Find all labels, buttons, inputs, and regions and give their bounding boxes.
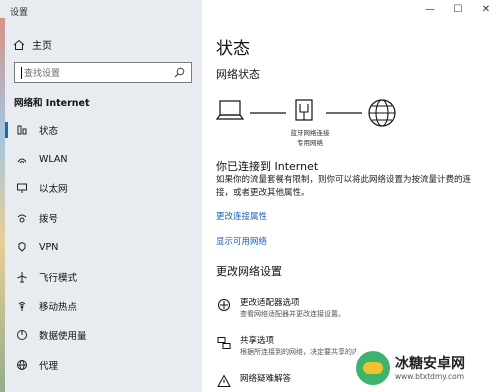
sidebar: 设置 主页 查找设置 网络和 Internet 状态 WLAN 以太网 拨号 V… [0, 0, 202, 392]
sidebar-item-label: 状态 [39, 125, 59, 137]
minimize-button[interactable]: — [416, 0, 444, 18]
vpn-icon [15, 240, 29, 254]
window-controls: — ☐ ✕ [416, 0, 500, 18]
home-label: 主页 [32, 41, 52, 52]
sidebar-item-vpn[interactable]: VPN [0, 233, 202, 262]
sharing-icon [216, 336, 232, 352]
sidebar-item-ethernet[interactable]: 以太网 [0, 174, 202, 203]
sidebar-item-proxy[interactable]: 代理 [0, 350, 202, 379]
airplane-icon [15, 270, 29, 284]
option-title: 共享选项 [240, 336, 275, 346]
sidebar-item-label: VPN [39, 241, 59, 253]
option-title: 网络疑难解答 [240, 374, 292, 384]
network-name: 蓝牙网络连接 专用网络 [274, 128, 346, 148]
close-button[interactable]: ✕ [472, 0, 500, 18]
hotspot-icon [15, 299, 29, 313]
network-name-line1: 蓝牙网络连接 [290, 129, 330, 137]
change-adapter-options[interactable]: 更改适配器选项 查看网络适配器并更改连接设置。 [216, 298, 486, 320]
sidebar-item-label: 拨号 [39, 213, 59, 225]
sidebar-item-label: WLAN [39, 153, 68, 165]
change-connection-properties-link[interactable]: 更改连接属性 [216, 210, 267, 222]
watermark-logo [356, 351, 390, 385]
network-name-line2: 专用网络 [297, 139, 323, 147]
sidebar-item-label: 飞行模式 [39, 272, 78, 284]
sidebar-item-data-usage[interactable]: 数据使用量 [0, 321, 202, 350]
wifi-icon [15, 152, 29, 166]
router-icon [295, 99, 313, 121]
sidebar-item-airplane[interactable]: 飞行模式 [0, 262, 202, 291]
page-title: 状态 [216, 39, 250, 59]
section-title: 网络和 Internet [14, 98, 90, 109]
adapter-icon [216, 298, 232, 314]
option-title: 更改适配器选项 [240, 298, 300, 308]
text-caret [21, 66, 22, 79]
sidebar-item-label: 数据使用量 [39, 331, 87, 343]
laptop-icon [216, 100, 245, 120]
proxy-globe-icon [15, 358, 29, 372]
sidebar-item-dialup[interactable]: 拨号 [0, 203, 202, 232]
search-box[interactable]: 查找设置 [14, 62, 192, 83]
dialup-icon [15, 211, 29, 225]
option-subtitle: 根据所连接到的网络，决定要共享的内 [240, 348, 359, 356]
sidebar-item-hotspot[interactable]: 移动热点 [0, 291, 202, 320]
ethernet-icon [15, 181, 29, 195]
warning-icon [216, 374, 232, 390]
watermark-name: 冰糖安卓网 [395, 355, 465, 372]
globe-icon [15, 123, 29, 137]
sidebar-item-wlan[interactable]: WLAN [0, 144, 202, 173]
search-icon[interactable] [174, 63, 185, 82]
watermark: 冰糖安卓网 www.btxtdmy.com [356, 348, 496, 388]
network-status-heading: 网络状态 [216, 68, 260, 81]
show-available-networks-link[interactable]: 显示可用网络 [216, 235, 267, 247]
maximize-button[interactable]: ☐ [444, 0, 472, 18]
sidebar-nav: 状态 WLAN 以太网 拨号 VPN 飞行模式 移动热点 数据使用量 代理 [0, 115, 202, 380]
search-input[interactable]: 查找设置 [24, 66, 174, 79]
home-link[interactable]: 主页 [12, 37, 52, 52]
watermark-url: www.btxtdmy.com [395, 371, 465, 381]
sidebar-item-status[interactable]: 状态 [0, 115, 202, 144]
change-network-settings-heading: 更改网络设置 [216, 265, 282, 278]
data-usage-icon [15, 328, 29, 342]
main-panel: — ☐ ✕ 状态 网络状态 蓝牙网络连接 专用网络 你已连接到 Internet… [202, 0, 500, 392]
option-subtitle: 查看网络适配器并更改连接设置。 [240, 310, 345, 318]
window-title: 设置 [10, 8, 29, 18]
connection-description: 如果你的流量套餐有限制，则你可以将此网络设置为按流量计费的连接，或者更改其他属性… [216, 175, 472, 198]
sidebar-item-label: 以太网 [39, 184, 68, 196]
home-icon [12, 39, 26, 51]
sidebar-item-label: 移动热点 [39, 302, 78, 314]
internet-globe-icon [368, 99, 396, 127]
settings-window: 设置 主页 查找设置 网络和 Internet 状态 WLAN 以太网 拨号 V… [0, 0, 500, 392]
sidebar-item-label: 代理 [39, 360, 59, 372]
connected-heading: 你已连接到 Internet [216, 160, 319, 173]
